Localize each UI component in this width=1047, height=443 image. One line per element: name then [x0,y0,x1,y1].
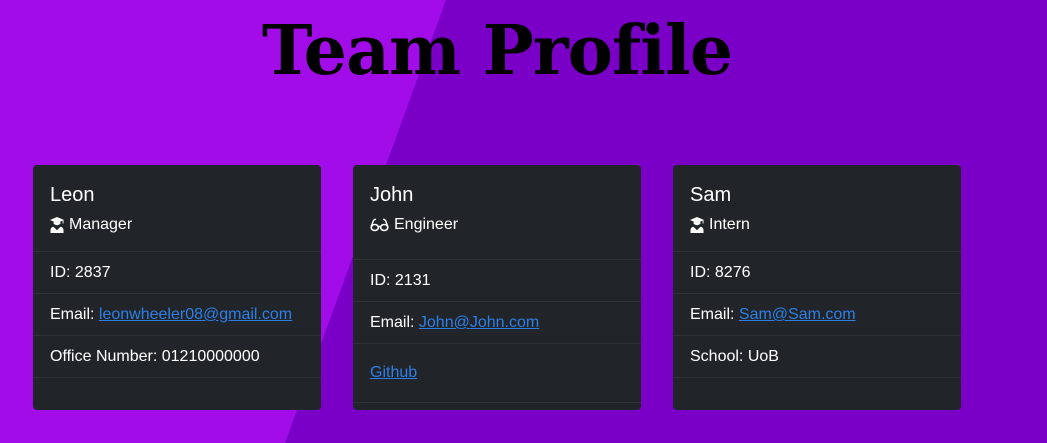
card-header: Leon Manager [33,165,321,252]
details-list: ID: 2837 Email: leonwheeler08@gmail.com … [33,252,321,378]
employee-card-intern: Sam Intern ID: 8276 Email: Sam@Sam.com S… [673,165,961,410]
employee-card-manager: Leon Manager ID: 2837 Email: leonwheeler… [33,165,321,410]
employee-role: Manager [50,215,304,251]
employee-id: ID: 8276 [673,252,961,294]
email-link[interactable]: leonwheeler08@gmail.com [99,306,292,323]
employee-name: Sam [690,184,732,206]
employee-email: Email: Sam@Sam.com [673,294,961,336]
employee-role: Engineer [370,215,624,251]
details-list: ID: 8276 Email: Sam@Sam.com School: UoB [673,252,961,378]
employee-name: Leon [50,184,95,206]
email-link[interactable]: John@John.com [419,314,539,331]
role-label: Engineer [394,216,459,233]
user-graduate-icon [690,217,704,233]
details-list: ID: 2131 Email: John@John.com Github [353,260,641,403]
card-header: Sam Intern [673,165,961,252]
employee-card-engineer: John Engineer ID: 2131 Email: John@John.… [353,165,641,410]
glasses-icon [370,218,389,232]
email-label: Email: [690,306,739,323]
email-label: Email: [370,314,419,331]
email-link[interactable]: Sam@Sam.com [739,306,856,323]
office-number: Office Number: 01210000000 [33,336,321,378]
user-graduate-icon [50,217,64,233]
employee-name: John [370,184,414,206]
role-label: Manager [69,216,133,233]
github-link[interactable]: Github [370,364,417,381]
employee-id: ID: 2131 [353,260,641,302]
employee-email: Email: leonwheeler08@gmail.com [33,294,321,336]
employee-id: ID: 2837 [33,252,321,294]
role-label: Intern [709,216,750,233]
employee-role: Intern [690,215,944,251]
school: School: UoB [673,336,961,378]
page-title: Team Profile [261,11,733,91]
github-row: Github [353,344,641,403]
employee-email: Email: John@John.com [353,302,641,344]
email-label: Email: [50,306,99,323]
card-header: John Engineer [353,165,641,260]
